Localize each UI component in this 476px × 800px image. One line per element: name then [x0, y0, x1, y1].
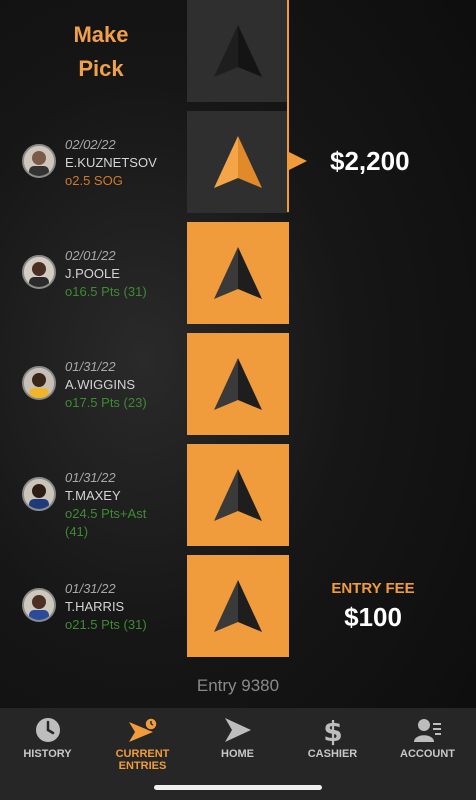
- current-level-pointer: [289, 152, 307, 170]
- pick-date: 02/01/22: [65, 248, 116, 263]
- player-name: J.POOLE: [65, 266, 120, 281]
- tab-cashier[interactable]: $ CASHIER: [285, 708, 380, 778]
- tab-label: HISTORY: [23, 748, 72, 760]
- pick-date: 01/31/22: [65, 470, 116, 485]
- pick-stat: o17.5 Pts (23): [65, 395, 147, 410]
- make-pick-tile[interactable]: [187, 0, 289, 102]
- pick-date: 01/31/22: [65, 359, 116, 374]
- player-name: T.HARRIS: [65, 599, 125, 614]
- entry-fee-amount: $100: [344, 602, 402, 632]
- pick-row[interactable]: 01/31/22 T.MAXEY o24.5 Pts+Ast (41): [22, 469, 187, 559]
- pick-tile-won[interactable]: [187, 555, 289, 657]
- progress-line: [287, 0, 289, 212]
- tab-label: CURRENT ENTRIES: [115, 748, 170, 772]
- pick-row[interactable]: 02/02/22 E.KUZNETSOV o2.5 SOG: [22, 136, 187, 226]
- arrow-up-icon: [214, 469, 262, 521]
- arrow-up-icon: [214, 358, 262, 410]
- pick-stat-line2: (41): [65, 524, 89, 539]
- arrow-up-icon: [214, 25, 262, 77]
- tab-label: ACCOUNT: [400, 748, 455, 760]
- player-name: E.KUZNETSOV: [65, 155, 157, 170]
- pick-stat: o21.5 Pts (31): [65, 617, 147, 632]
- tab-account[interactable]: ACCOUNT: [380, 708, 475, 778]
- entry-number: Entry 9380: [196, 676, 280, 695]
- player-avatar: [22, 588, 56, 622]
- pick-stat: o24.5 Pts+Ast: [65, 506, 147, 521]
- clock-icon: [35, 718, 60, 742]
- arrow-up-icon: [214, 247, 262, 299]
- entries-arrow-icon: [128, 717, 158, 742]
- player-avatar: [22, 255, 56, 289]
- pick-date: 01/31/22: [65, 581, 116, 596]
- player-avatar: [22, 144, 56, 178]
- player-name: A.WIGGINS: [65, 377, 136, 392]
- pick-tile-won[interactable]: [187, 222, 289, 324]
- home-indicator[interactable]: [154, 785, 322, 790]
- make-pick-label[interactable]: Make Pick: [50, 18, 152, 86]
- home-arrow-icon: [224, 718, 251, 742]
- prize-amount: $2,200: [330, 146, 410, 176]
- player-avatar: [22, 366, 56, 400]
- account-icon: [413, 719, 441, 742]
- pick-row[interactable]: 01/31/22 A.WIGGINS o17.5 Pts (23): [22, 358, 187, 448]
- player-avatar: [22, 477, 56, 511]
- pick-row[interactable]: 01/31/22 T.HARRIS o21.5 Pts (31): [22, 580, 187, 670]
- dollar-icon: $: [323, 716, 342, 746]
- pick-stat: o16.5 Pts (31): [65, 284, 147, 299]
- player-name: T.MAXEY: [65, 488, 121, 503]
- pick-stat: o2.5 SOG: [65, 173, 123, 188]
- arrow-up-icon: [214, 580, 262, 632]
- svg-text:$: $: [323, 716, 342, 746]
- pick-tile-won[interactable]: [187, 333, 289, 435]
- arrow-up-icon: [214, 136, 262, 188]
- tab-history[interactable]: HISTORY: [0, 708, 95, 778]
- pick-row[interactable]: 02/01/22 J.POOLE o16.5 Pts (31): [22, 247, 187, 337]
- tab-label: CASHIER: [307, 748, 358, 760]
- entry-fee-label: ENTRY FEE: [331, 580, 415, 597]
- tab-home[interactable]: HOME: [190, 708, 285, 778]
- pick-date: 02/02/22: [65, 137, 116, 152]
- pick-tile-won[interactable]: [187, 444, 289, 546]
- pick-tile-pending[interactable]: [187, 111, 289, 213]
- tab-label: HOME: [221, 748, 254, 760]
- tab-current-entries[interactable]: CURRENT ENTRIES: [95, 708, 190, 778]
